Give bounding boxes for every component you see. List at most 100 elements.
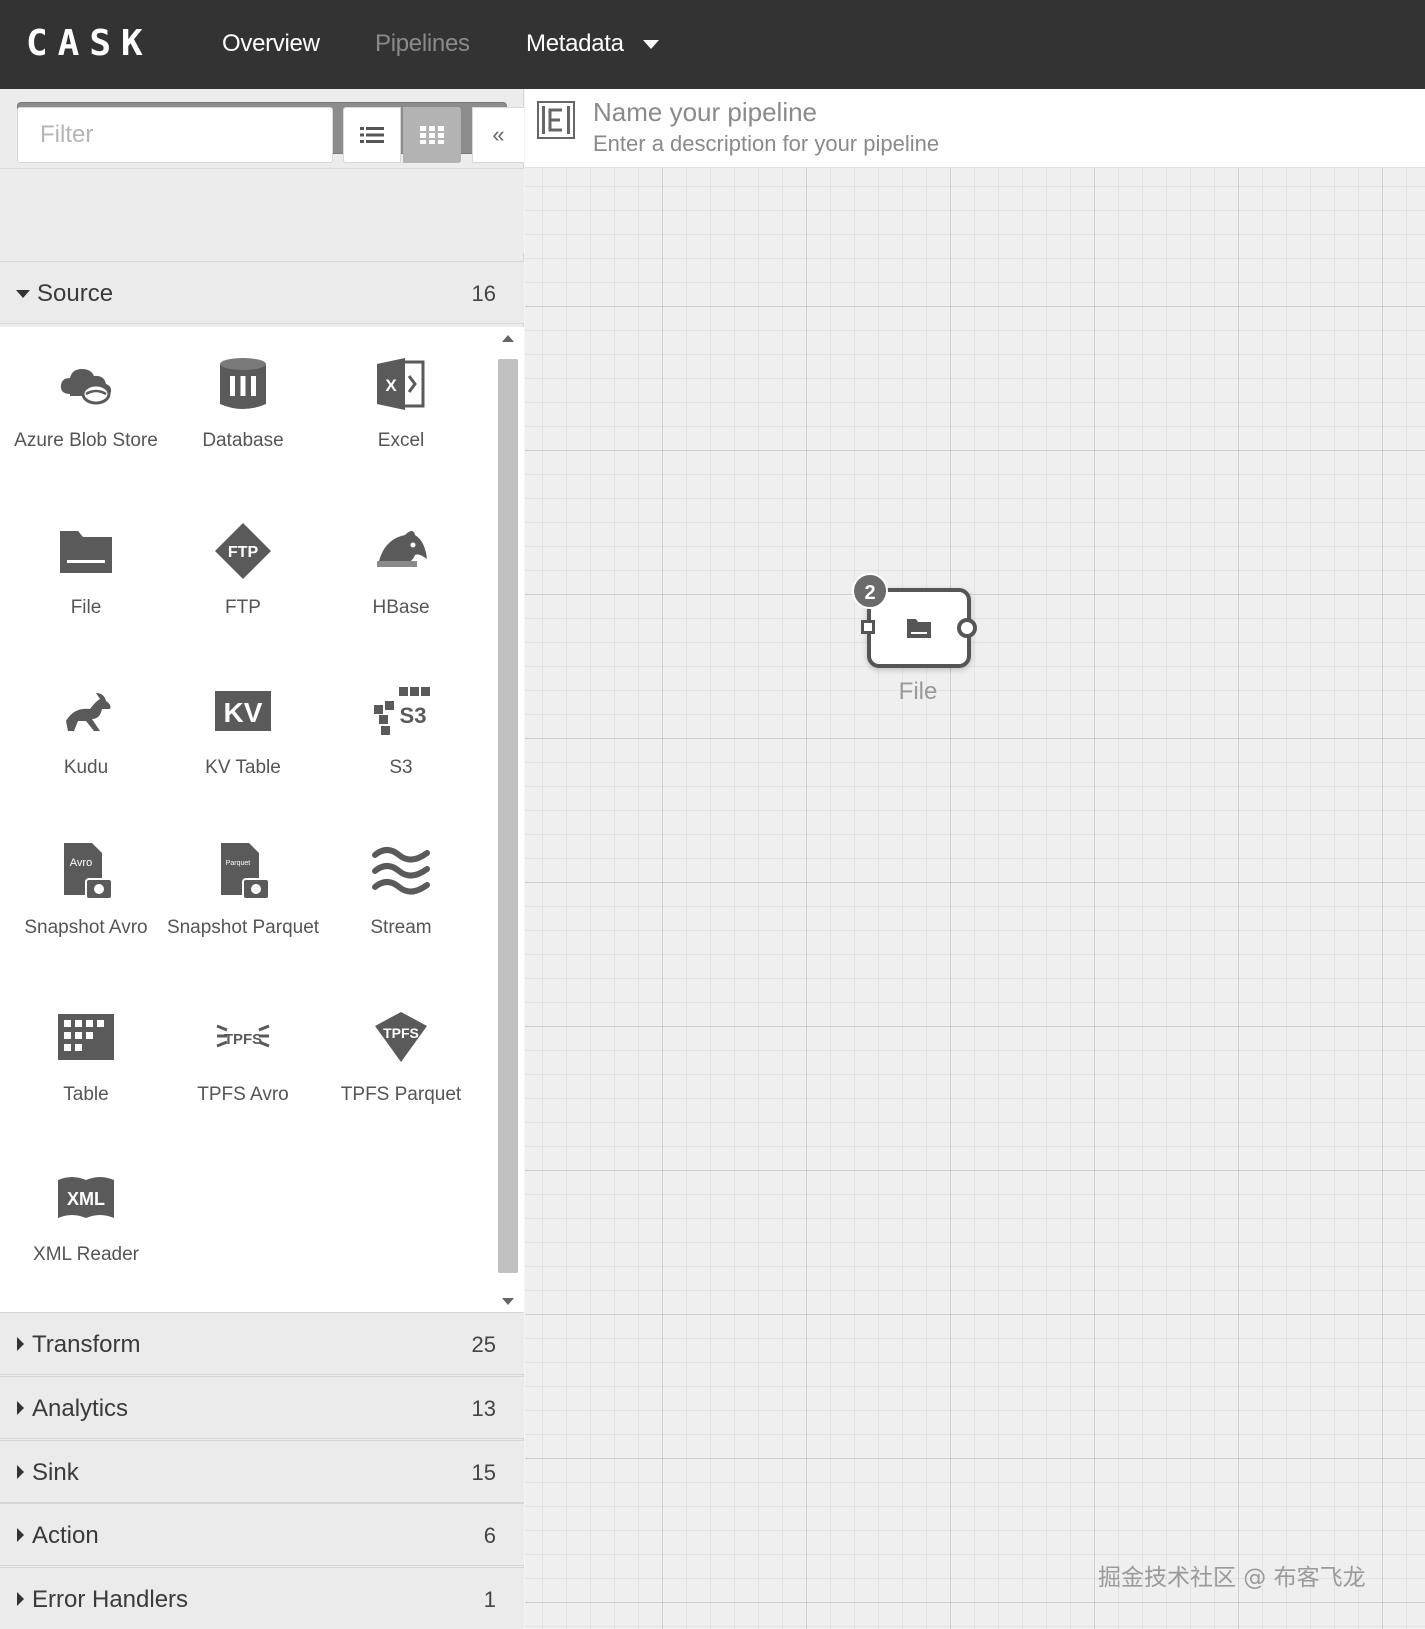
xml-icon: XML bbox=[58, 1177, 114, 1218]
group-count: 1 bbox=[483, 1587, 496, 1612]
plugin-file[interactable]: File bbox=[7, 521, 165, 620]
azure-blob-icon bbox=[60, 369, 112, 405]
group-count: 16 bbox=[471, 281, 496, 306]
plugin-label: KV Table bbox=[205, 757, 281, 778]
filter-toolbar bbox=[0, 168, 524, 253]
group-label: Analytics bbox=[32, 1395, 129, 1422]
plugin-hbase[interactable]: HBase bbox=[322, 521, 480, 620]
ftp-icon: FTP bbox=[215, 523, 271, 579]
list-view-button[interactable] bbox=[343, 107, 401, 163]
snapshot-avro-icon: Avro bbox=[64, 843, 113, 900]
plugin-s3[interactable]: S3 S3 bbox=[322, 681, 480, 780]
grid-icon bbox=[420, 126, 444, 144]
group-label: Action bbox=[32, 1522, 99, 1549]
snapshot-parquet-icon: Parquet bbox=[221, 843, 270, 900]
group-action[interactable]: Action 6 bbox=[0, 1503, 524, 1566]
avro-icon-text: Avro bbox=[70, 857, 92, 869]
folder-icon bbox=[60, 531, 112, 573]
xml-icon-text: XML bbox=[67, 1189, 105, 1209]
group-count: 25 bbox=[471, 1332, 496, 1357]
node-output-port[interactable] bbox=[957, 618, 977, 638]
nav-pipelines[interactable]: Pipelines bbox=[375, 22, 470, 66]
plugin-label: TPFS Avro bbox=[197, 1084, 289, 1105]
top-nav: CASK Overview Pipelines Metadata bbox=[0, 0, 1425, 89]
group-sink[interactable]: Sink 15 bbox=[0, 1440, 524, 1503]
scrollbar[interactable] bbox=[497, 335, 519, 1305]
plugin-database[interactable]: Database bbox=[164, 354, 322, 453]
plugin-tpfs-parquet[interactable]: TPFS TPFS Parquet bbox=[322, 1008, 480, 1107]
plugin-kv-table[interactable]: KV KV Table bbox=[164, 681, 322, 780]
plugin-kudu[interactable]: Kudu bbox=[7, 681, 165, 780]
caret-right-icon bbox=[17, 1337, 24, 1351]
scroll-down-icon[interactable] bbox=[502, 1298, 514, 1305]
node-badge: 2 bbox=[852, 573, 888, 609]
nav-overview[interactable]: Overview bbox=[222, 22, 320, 66]
plugin-stream[interactable]: Stream bbox=[322, 841, 480, 940]
plugin-label: Stream bbox=[370, 917, 432, 938]
group-label: Source bbox=[37, 280, 114, 307]
filter-input[interactable] bbox=[17, 107, 333, 163]
plugin-label: Excel bbox=[377, 430, 425, 451]
caret-right-icon bbox=[17, 1401, 24, 1415]
plugin-xml-reader[interactable]: XML XML Reader bbox=[7, 1168, 165, 1267]
double-chevron-left-icon: « bbox=[492, 122, 505, 147]
plugin-label: Azure Blob Store bbox=[14, 430, 158, 451]
plugin-tpfs-avro[interactable]: TPFS TPFS Avro bbox=[164, 1008, 322, 1107]
pipeline-editor-icon bbox=[537, 101, 575, 139]
group-count: 6 bbox=[483, 1523, 496, 1548]
plugin-label: TPFS Parquet bbox=[340, 1084, 462, 1105]
pipeline-description-field[interactable]: Enter a description for your pipeline bbox=[593, 131, 939, 157]
plugin-snapshot-avro[interactable]: Avro Snapshot Avro bbox=[7, 841, 165, 940]
group-label: Transform bbox=[32, 1331, 141, 1358]
stream-icon bbox=[372, 847, 430, 895]
plugin-label: Snapshot Parquet bbox=[166, 917, 320, 938]
group-analytics[interactable]: Analytics 13 bbox=[0, 1376, 524, 1439]
plugin-label: Table bbox=[63, 1084, 109, 1105]
tpfs-avro-icon: TPFS bbox=[216, 1024, 270, 1048]
nav-metadata[interactable]: Metadata bbox=[526, 22, 624, 66]
plugin-azure-blob-store[interactable]: Azure Blob Store bbox=[7, 354, 165, 453]
kv-icon-text: KV bbox=[224, 697, 263, 728]
plugin-label: File bbox=[70, 597, 102, 618]
parquet-icon-text: Parquet bbox=[226, 860, 251, 867]
plugin-snapshot-parquet[interactable]: Parquet Snapshot Parquet bbox=[164, 841, 322, 940]
plugin-label: HBase bbox=[372, 597, 430, 618]
pipeline-header: Name your pipeline Enter a description f… bbox=[525, 89, 1425, 168]
caret-right-icon bbox=[17, 1528, 24, 1542]
list-icon bbox=[360, 127, 384, 143]
plugin-label: Kudu bbox=[63, 757, 109, 778]
scroll-up-icon[interactable] bbox=[502, 335, 514, 342]
node-label: File bbox=[898, 678, 938, 705]
excel-icon: X bbox=[377, 358, 425, 410]
group-count: 15 bbox=[471, 1460, 496, 1485]
tpfs-parquet-icon-text: TPFS bbox=[383, 1025, 419, 1041]
group-transform[interactable]: Transform 25 bbox=[0, 1312, 524, 1375]
chevron-down-icon[interactable] bbox=[643, 40, 659, 49]
pipeline-name-field[interactable]: Name your pipeline bbox=[593, 97, 817, 128]
node-input-port[interactable] bbox=[861, 620, 875, 634]
pipeline-canvas[interactable] bbox=[525, 168, 1425, 1629]
caret-right-icon bbox=[17, 1592, 24, 1606]
group-count: 13 bbox=[471, 1396, 496, 1421]
plugin-excel[interactable]: X Excel bbox=[322, 354, 480, 453]
tpfs-parquet-icon: TPFS bbox=[375, 1012, 427, 1062]
caret-down-icon bbox=[16, 290, 30, 298]
s3-icon-text: S3 bbox=[400, 703, 427, 728]
svg-text:X: X bbox=[385, 376, 397, 395]
tpfs-avro-icon-text: TPFS bbox=[224, 1031, 262, 1048]
plugin-label: FTP bbox=[225, 597, 261, 618]
grid-view-button[interactable] bbox=[403, 107, 461, 163]
group-source[interactable]: Source 16 bbox=[0, 261, 524, 324]
cask-logo[interactable]: CASK bbox=[26, 18, 153, 70]
collapse-sidebar-button[interactable]: « bbox=[472, 107, 524, 163]
group-label: Sink bbox=[32, 1459, 79, 1486]
watermark: 掘金技术社区 @ 布客飞龙 bbox=[1098, 1565, 1366, 1591]
database-icon bbox=[220, 358, 266, 409]
plugin-ftp[interactable]: FTP FTP bbox=[164, 521, 322, 620]
group-error-handlers[interactable]: Error Handlers 1 bbox=[0, 1567, 524, 1629]
source-plugin-list: Azure Blob Store Database X Excel File F… bbox=[0, 327, 524, 1312]
scroll-thumb[interactable] bbox=[498, 359, 518, 1273]
plugin-table[interactable]: Table bbox=[7, 1008, 165, 1107]
plugin-label: Database bbox=[202, 430, 284, 451]
s3-icon: S3 bbox=[374, 687, 430, 735]
